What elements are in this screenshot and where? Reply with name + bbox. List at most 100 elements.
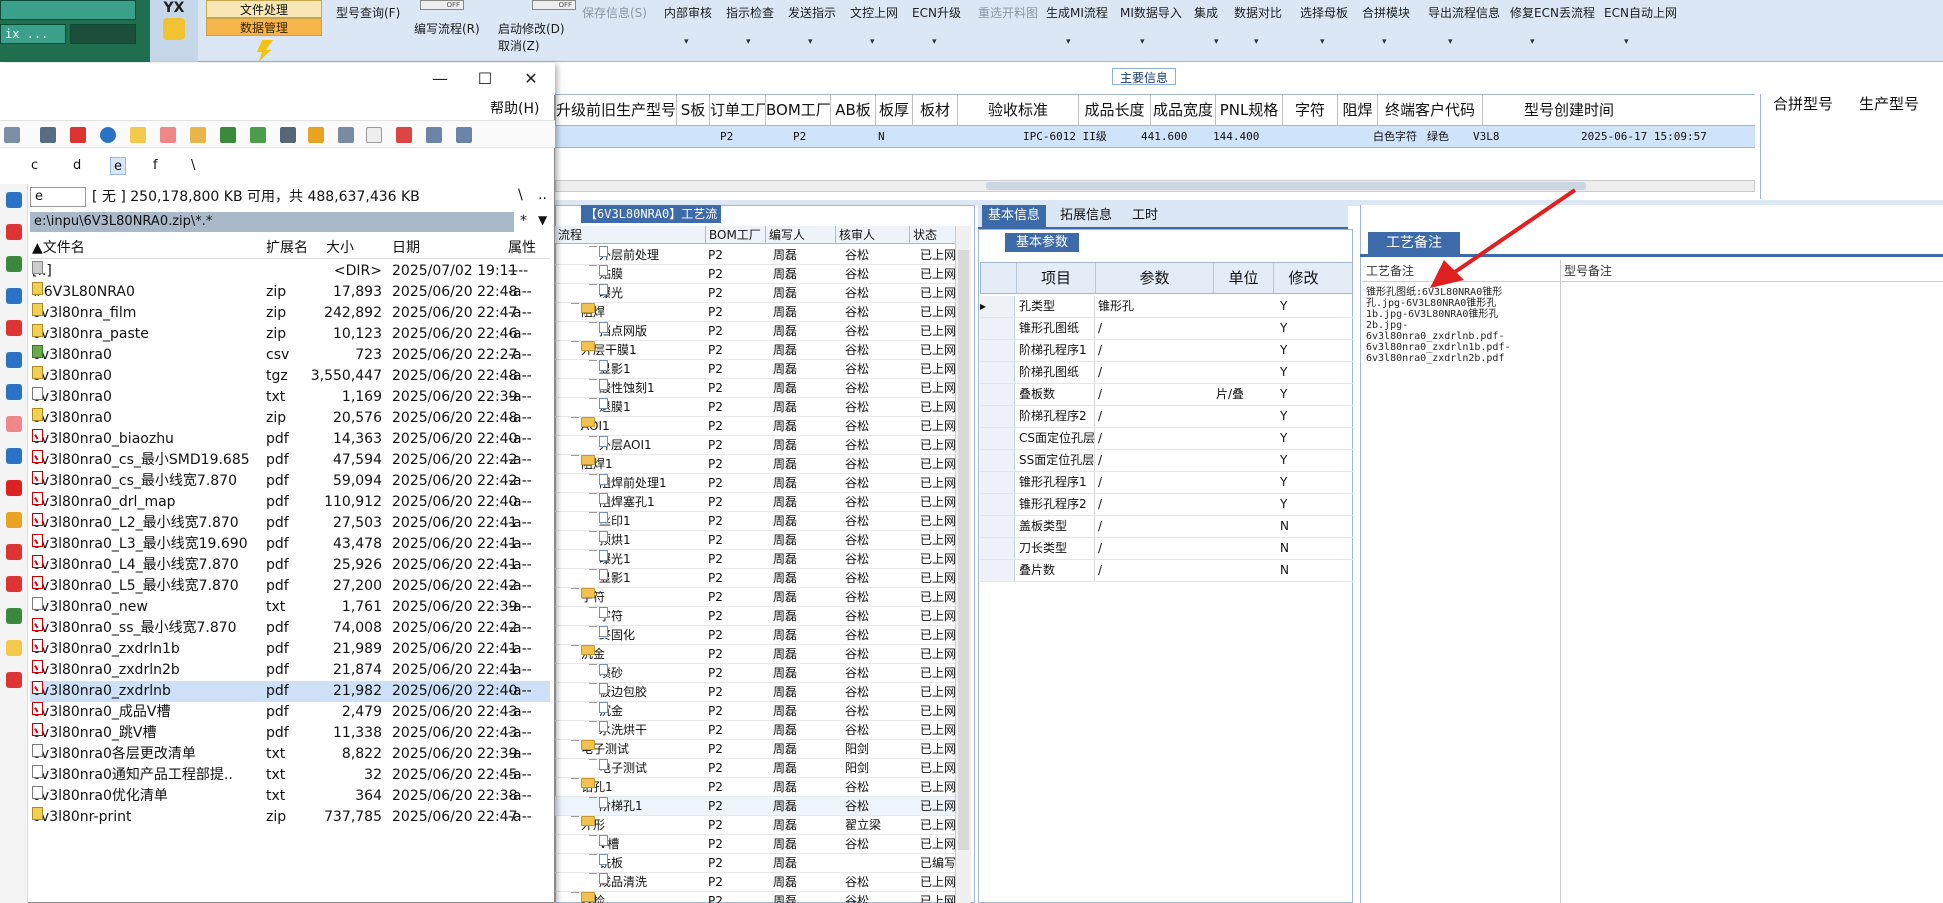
file-name[interactable]: 6v3l80nra0_zxdrlnb bbox=[32, 681, 171, 702]
pdf-icon[interactable] bbox=[6, 224, 22, 240]
grid-col-header[interactable]: 升级前旧生产型号 bbox=[555, 95, 676, 126]
file-row[interactable]: 6v3l80nra0_biaozhu pdf 14,363 2025/06/20 22… bbox=[30, 429, 550, 450]
grid-cell[interactable]: P2 bbox=[720, 126, 733, 148]
ribbon-button[interactable]: MI数据导入 bbox=[1120, 4, 1182, 21]
flow-row[interactable]: V槽 P2 周磊 谷松 已上网 bbox=[555, 835, 965, 854]
file-name[interactable]: 6v3l80nra0 bbox=[32, 387, 112, 408]
file-name[interactable]: 6v3l80nra0_跳V槽 bbox=[32, 723, 157, 744]
dropdown-arrow-icon[interactable]: ▾ bbox=[1066, 37, 1071, 47]
param-edit-cell[interactable] bbox=[1094, 560, 1212, 581]
ribbon-button[interactable]: 生成MI流程 bbox=[1046, 4, 1108, 21]
flow-row[interactable]: 外层AOI1 P2 周磊 谷松 已上网 bbox=[555, 436, 965, 455]
network-icon[interactable] bbox=[6, 608, 22, 624]
tab-basic-params[interactable]: 基本参数 bbox=[1005, 233, 1079, 252]
param-cell[interactable]: Y bbox=[1280, 362, 1287, 383]
file-row[interactable]: 6v3l80nra0_L3_最小线宽19.690 pdf 43,478 2025/06… bbox=[30, 534, 550, 555]
ribbon-button[interactable]: 导出流程信息 bbox=[1428, 4, 1500, 21]
file-name[interactable]: #6V3L80NRA0 bbox=[32, 282, 135, 303]
dropdown-arrow-icon[interactable]: ▾ bbox=[684, 37, 689, 47]
file-name[interactable]: 6v3l80nra0_cs_最小线宽7.870 bbox=[32, 471, 237, 492]
ribbon-button[interactable]: 发送指示 bbox=[788, 4, 836, 21]
off-toggle[interactable]: OFF bbox=[420, 0, 464, 10]
data-manage-button[interactable]: 数据管理 bbox=[206, 18, 322, 36]
teal-cell[interactable] bbox=[70, 24, 136, 44]
file-name[interactable]: 6v3l80nra0各层更改清单 bbox=[32, 744, 196, 765]
text-icon[interactable] bbox=[130, 127, 146, 143]
flow-row[interactable]: 阻焊前处理1 P2 周磊 谷松 已上网 bbox=[555, 474, 965, 493]
flow-row[interactable]: 钻孔1 P2 周磊 谷松 已上网 bbox=[555, 778, 965, 797]
param-cell[interactable]: / bbox=[1098, 516, 1102, 537]
minimize-icon[interactable]: — bbox=[417, 63, 463, 95]
flow-row[interactable]: 显影1 P2 周磊 谷松 已上网 bbox=[555, 360, 965, 379]
refresh-icon[interactable] bbox=[4, 127, 20, 143]
grid-col-header[interactable]: 验收标准 bbox=[957, 95, 1078, 126]
grid-col-header[interactable]: 板材 bbox=[912, 95, 957, 126]
drive-c[interactable]: c bbox=[28, 157, 41, 175]
grid-col-header[interactable]: PNL规格 bbox=[1215, 95, 1282, 126]
param-edit-cell[interactable] bbox=[1094, 318, 1212, 339]
lightning-icon[interactable] bbox=[256, 40, 273, 62]
grid-cell[interactable]: 2025-06-17 15:09:57 bbox=[1581, 126, 1707, 148]
dropdown-arrow-icon[interactable]: ▾ bbox=[1140, 37, 1145, 47]
shield-icon[interactable] bbox=[6, 480, 22, 496]
file-process-button[interactable]: 文件处理 bbox=[206, 0, 322, 18]
flow-step-name[interactable]: 曝光 bbox=[599, 284, 623, 303]
ribbon-button[interactable]: 数据对比 bbox=[1234, 4, 1282, 21]
flow-step-name[interactable]: 字符 bbox=[599, 607, 623, 626]
ribbon-button[interactable]: 重选开料图 bbox=[978, 4, 1038, 21]
flow-row[interactable]: 曝光 P2 周磊 谷松 已上网 bbox=[555, 284, 965, 303]
flow-step-name[interactable]: 板边包胶 bbox=[599, 683, 647, 702]
flow-step-name[interactable]: 字符 bbox=[581, 588, 605, 607]
folder-icon[interactable] bbox=[6, 640, 22, 656]
flow-row[interactable]: AOI1 P2 周磊 谷松 已上网 bbox=[555, 417, 965, 436]
grid-col-header[interactable]: 成品长度 bbox=[1078, 95, 1150, 126]
flow-row[interactable]: 终固化 P2 周磊 谷松 已上网 bbox=[555, 626, 965, 645]
param-cell[interactable]: 叠板数 bbox=[1019, 384, 1055, 405]
col-name[interactable]: ▲文件名 bbox=[32, 237, 85, 259]
flow-step-name[interactable]: 退膜1 bbox=[599, 398, 631, 417]
grid-cell[interactable]: 441.600 bbox=[1141, 126, 1187, 148]
col-size[interactable]: 大小 bbox=[326, 237, 354, 259]
pdf-icon[interactable] bbox=[6, 672, 22, 688]
file-name[interactable]: 6v3l80nra0_L3_最小线宽19.690 bbox=[32, 534, 248, 555]
param-row[interactable]: 叠板数 / 片/叠 Y bbox=[980, 384, 1353, 406]
param-edit-cell[interactable] bbox=[1094, 472, 1212, 493]
file-row[interactable]: 6v3l80nra0_成品V槽 pdf 2,479 2025/06/20 22:43-… bbox=[30, 702, 550, 723]
flow-step-name[interactable]: 终固化 bbox=[599, 626, 635, 645]
file-row[interactable]: 6v3l80nra0_L2_最小线宽7.870 pdf 27,503 2025/06/… bbox=[30, 513, 550, 534]
teal-cell-text[interactable]: ix ... bbox=[0, 24, 66, 44]
flow-step-name[interactable]: 钻孔1 bbox=[581, 778, 613, 797]
param-cell[interactable]: / bbox=[1098, 560, 1102, 581]
flow-step-name[interactable]: 沉金 bbox=[581, 645, 605, 664]
param-edit-cell[interactable] bbox=[1094, 450, 1212, 471]
root-button[interactable]: \ bbox=[518, 187, 523, 203]
pdf-icon[interactable] bbox=[6, 544, 22, 560]
param-cell[interactable]: / bbox=[1098, 340, 1102, 361]
dropdown-arrow-icon[interactable]: ▾ bbox=[808, 37, 813, 47]
dropdown-arrow-icon[interactable]: ▾ bbox=[1448, 37, 1453, 47]
ribbon-button[interactable]: 集成 bbox=[1194, 4, 1218, 21]
flow-row[interactable]: 阻焊 P2 周磊 谷松 已上网 bbox=[555, 303, 965, 322]
tab-extend-info[interactable]: 拓展信息 bbox=[1054, 205, 1118, 227]
flow-row[interactable]: 外层前处理 P2 周磊 谷松 已上网 bbox=[555, 246, 965, 265]
param-edit-cell[interactable] bbox=[1094, 494, 1212, 515]
globe-icon[interactable] bbox=[100, 127, 116, 143]
file-name[interactable]: 6v3l80nra0通知产品工程部提.. bbox=[32, 765, 233, 786]
parent-button[interactable]: .. bbox=[538, 187, 547, 203]
param-cell[interactable]: Y bbox=[1280, 340, 1287, 361]
param-cell[interactable]: 锥形孔程序2 bbox=[1019, 494, 1087, 515]
flow-row[interactable]: 字符 P2 周磊 谷松 已上网 bbox=[555, 607, 965, 626]
param-row[interactable]: 锥形孔程序1 / Y bbox=[980, 472, 1353, 494]
dropdown-arrow-icon[interactable]: ▾ bbox=[932, 37, 937, 47]
flow-row[interactable]: 阶梯孔1 P2 周磊 谷松 已上网 bbox=[555, 797, 965, 816]
drive-e[interactable]: e bbox=[110, 157, 126, 175]
flow-row[interactable]: 挡点网版 P2 周磊 谷松 已上网 bbox=[555, 322, 965, 341]
flow-row[interactable]: 退膜1 P2 周磊 谷松 已上网 bbox=[555, 398, 965, 417]
param-cell[interactable]: Y bbox=[1280, 296, 1287, 317]
flow-step-name[interactable]: 挡点网版 bbox=[599, 322, 647, 341]
flow-step-name[interactable]: 丝印1 bbox=[599, 512, 631, 531]
drive-d[interactable]: d bbox=[70, 157, 84, 175]
param-row[interactable]: 锥形孔程序2 / Y bbox=[980, 494, 1353, 516]
file-name[interactable]: 6v3l80nra0_L5_最小线宽7.870 bbox=[32, 576, 239, 597]
settings-icon[interactable] bbox=[280, 127, 296, 143]
